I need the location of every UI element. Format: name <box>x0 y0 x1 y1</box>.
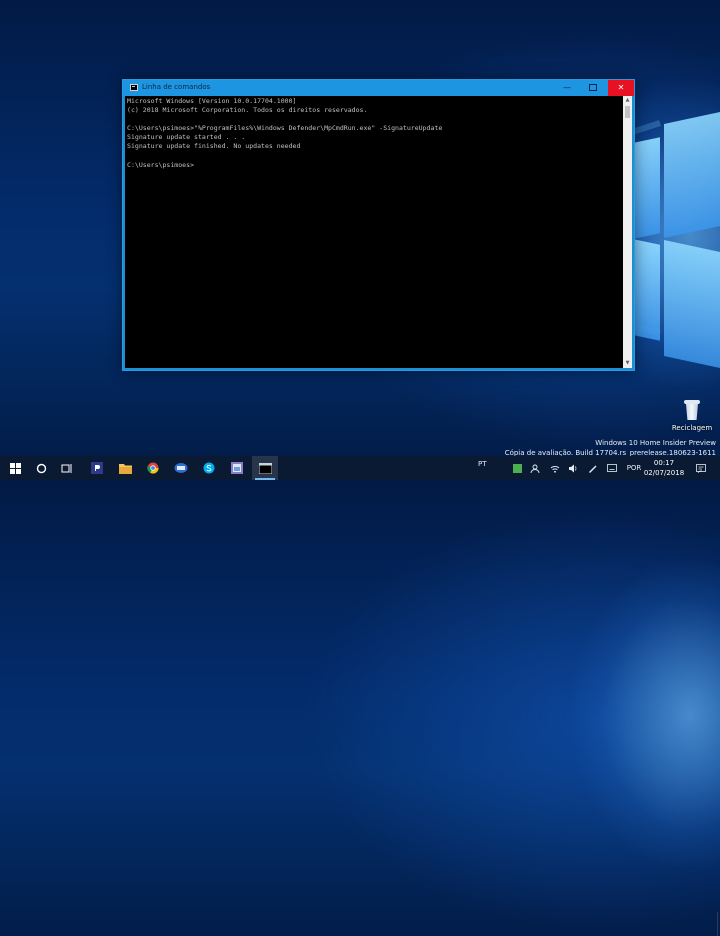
photo-app-icon <box>231 462 243 474</box>
minimize-button[interactable]: — <box>554 80 580 96</box>
taskbar-photo-app[interactable] <box>224 456 250 480</box>
keyboard-icon <box>607 464 617 472</box>
language-indicator[interactable]: PT <box>478 460 487 468</box>
recycle-bin-label: Reciclagem <box>671 424 713 432</box>
notification-icon <box>696 463 706 473</box>
windows-logo-icon <box>9 462 21 474</box>
wallpaper-windows-logo-pane <box>664 240 720 368</box>
cortana-circle-icon <box>36 463 46 473</box>
taskbar-skype[interactable] <box>196 456 222 480</box>
wifi-icon <box>550 465 560 473</box>
taskbar-file-explorer[interactable] <box>112 456 138 480</box>
window-titlebar[interactable]: Linha de comandos — ✕ <box>123 80 634 96</box>
task-view-icon <box>61 463 72 473</box>
command-prompt-icon <box>258 462 272 474</box>
taskbar: POR 00:17 02/07/2018 <box>0 456 720 936</box>
clock-time: 00:17 <box>653 459 675 467</box>
tray-network-button[interactable] <box>548 456 562 480</box>
task-view-button[interactable] <box>54 456 80 480</box>
clock-date: 02/07/2018 <box>643 469 685 477</box>
green-app-icon <box>512 463 522 473</box>
wallpaper-windows-logo-pane <box>634 137 660 239</box>
scroll-down-arrow-icon[interactable]: ▼ <box>623 359 632 368</box>
vertical-scrollbar[interactable]: ▲ ▼ <box>623 96 632 368</box>
folder-icon <box>118 463 132 474</box>
scrollbar-thumb[interactable] <box>625 106 630 118</box>
maximize-icon <box>589 84 597 91</box>
taskbar-app-blue[interactable] <box>168 456 194 480</box>
console-text: Microsoft Windows [Version 10.0.17704.10… <box>127 97 443 169</box>
skype-icon <box>203 462 215 474</box>
taskbar-chrome[interactable] <box>140 456 166 480</box>
window-title: Linha de comandos <box>142 83 211 91</box>
command-prompt-icon <box>130 84 138 91</box>
wallpaper-windows-logo-pane <box>664 112 720 238</box>
chrome-icon <box>147 462 159 474</box>
maximize-button[interactable] <box>580 80 606 96</box>
app-blue-icon <box>174 463 188 473</box>
tray-keyboard-button[interactable] <box>605 456 619 480</box>
recycle-bin-icon <box>683 400 701 422</box>
volume-icon <box>569 464 577 472</box>
tray-people-button[interactable] <box>528 456 542 480</box>
tray-volume-button[interactable] <box>566 456 580 480</box>
console-output-area[interactable]: Microsoft Windows [Version 10.0.17704.10… <box>125 96 623 368</box>
recycle-bin-desktop-icon[interactable]: Reciclagem <box>668 400 716 432</box>
scroll-up-arrow-icon[interactable]: ▲ <box>623 96 632 105</box>
wallpaper-windows-logo-pane <box>634 239 660 341</box>
app-p-icon <box>91 462 103 474</box>
people-icon <box>530 464 540 473</box>
close-button[interactable]: ✕ <box>608 80 634 96</box>
start-button[interactable] <box>2 456 28 480</box>
cortana-button[interactable] <box>28 456 54 480</box>
action-center-button[interactable] <box>694 456 708 480</box>
tray-pen-button[interactable] <box>586 456 600 480</box>
taskbar-clock[interactable]: 00:17 02/07/2018 <box>641 458 687 478</box>
taskbar-command-prompt[interactable] <box>252 456 278 480</box>
pen-icon <box>589 465 597 473</box>
tray-app-icon[interactable] <box>510 456 524 480</box>
taskbar-app-p[interactable] <box>84 456 110 480</box>
command-prompt-window[interactable]: Linha de comandos — ✕ Microsoft Windows … <box>122 79 635 371</box>
edition-watermark: Windows 10 Home Insider Preview <box>595 439 716 447</box>
